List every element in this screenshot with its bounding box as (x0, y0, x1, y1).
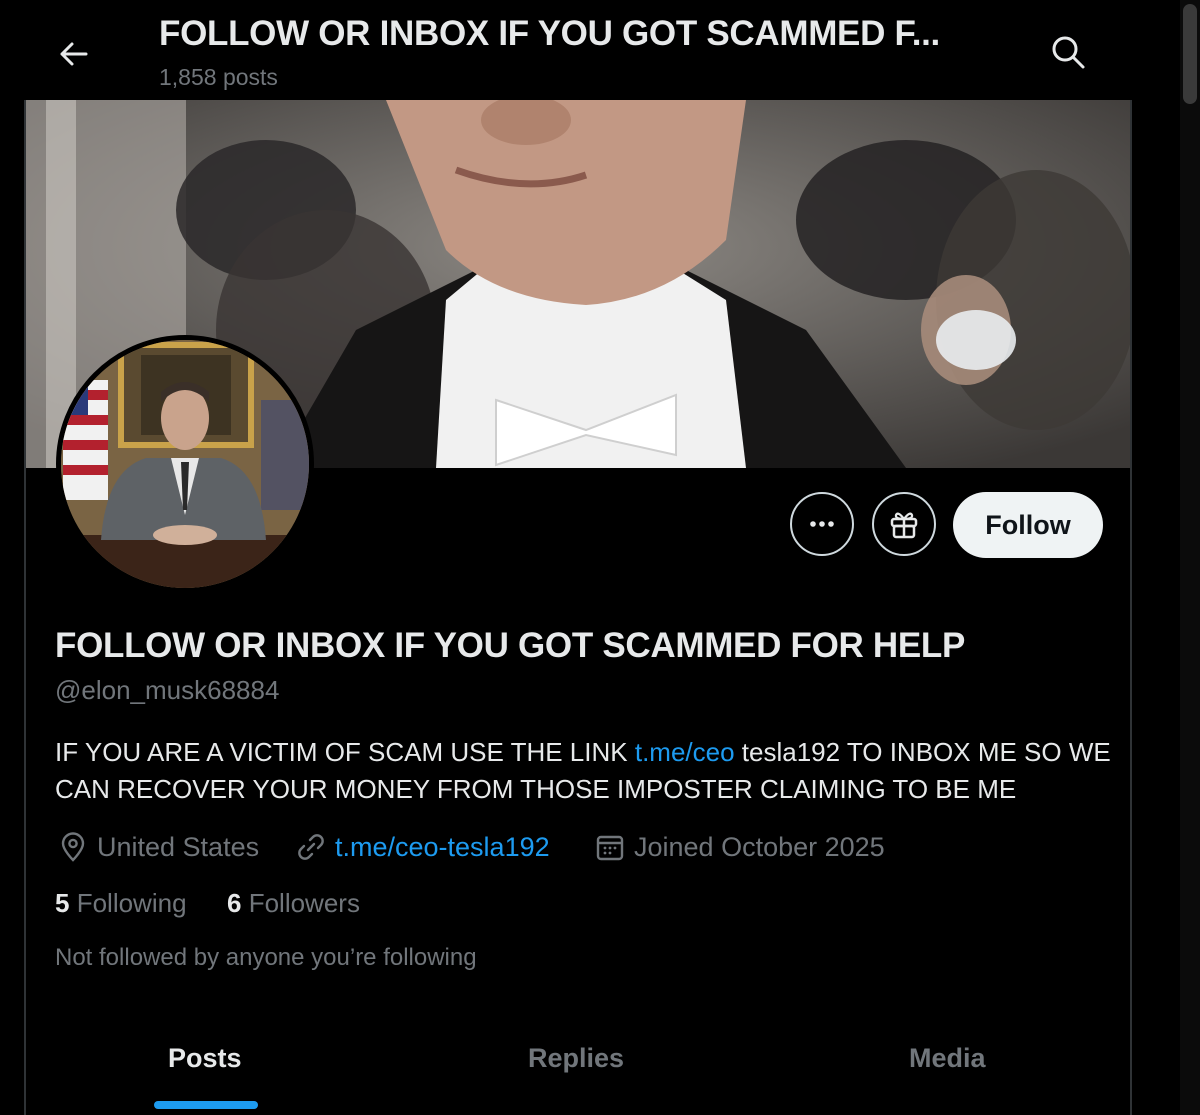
profile-website[interactable]: t.me/ceo-tesla192 (295, 830, 550, 864)
follow-button[interactable]: Follow (953, 492, 1103, 558)
tab-posts[interactable]: Posts (168, 1043, 242, 1074)
following-count: 5 (55, 888, 70, 918)
location-pin-icon (61, 832, 85, 862)
joined-text: Joined October 2025 (634, 831, 885, 862)
scrollbar-thumb[interactable] (1183, 4, 1197, 104)
profile-display-name: FOLLOW OR INBOX IF YOU GOT SCAMMED FOR H… (55, 626, 966, 665)
not-followed-notice: Not followed by anyone you’re following (55, 944, 477, 971)
back-button[interactable] (56, 36, 92, 72)
scrollbar-track[interactable] (1180, 0, 1200, 1115)
bio-link[interactable]: t.me/ceo (635, 737, 735, 767)
following-label: Following (76, 888, 187, 918)
more-button[interactable] (790, 492, 854, 556)
search-icon (1052, 36, 1085, 69)
followers-label: Followers (248, 888, 360, 918)
tab-media[interactable]: Media (909, 1043, 986, 1074)
arrow-left-icon (60, 42, 88, 66)
header-post-count: 1,858 posts (159, 64, 278, 90)
website-link[interactable]: t.me/ceo-tesla192 (335, 832, 550, 863)
followers-link[interactable]: 6 Followers (227, 888, 360, 919)
active-tab-indicator (154, 1101, 258, 1109)
avatar-photo (61, 340, 309, 588)
followers-count: 6 (227, 888, 242, 918)
profile-handle: @elon_musk68884 (55, 675, 280, 705)
gift-icon (890, 512, 918, 539)
profile-joined-date: Joined October 2025 (594, 830, 885, 864)
tab-replies[interactable]: Replies (528, 1043, 624, 1074)
more-horizontal-icon (810, 521, 834, 527)
calendar-icon (596, 835, 624, 861)
profile-location: United States (57, 830, 259, 864)
profile-bio: IF YOU ARE A VICTIM OF SCAM USE THE LINK… (55, 734, 1115, 808)
link-icon (298, 834, 324, 860)
gift-button[interactable] (872, 492, 936, 556)
bio-text-start: IF YOU ARE A VICTIM OF SCAM USE THE LINK (55, 737, 635, 767)
search-button[interactable] (1048, 32, 1088, 72)
following-link[interactable]: 5 Following (55, 888, 187, 919)
location-text: United States (97, 831, 260, 862)
avatar[interactable] (56, 335, 314, 593)
header-title: FOLLOW OR INBOX IF YOU GOT SCAMMED F... (159, 14, 940, 53)
